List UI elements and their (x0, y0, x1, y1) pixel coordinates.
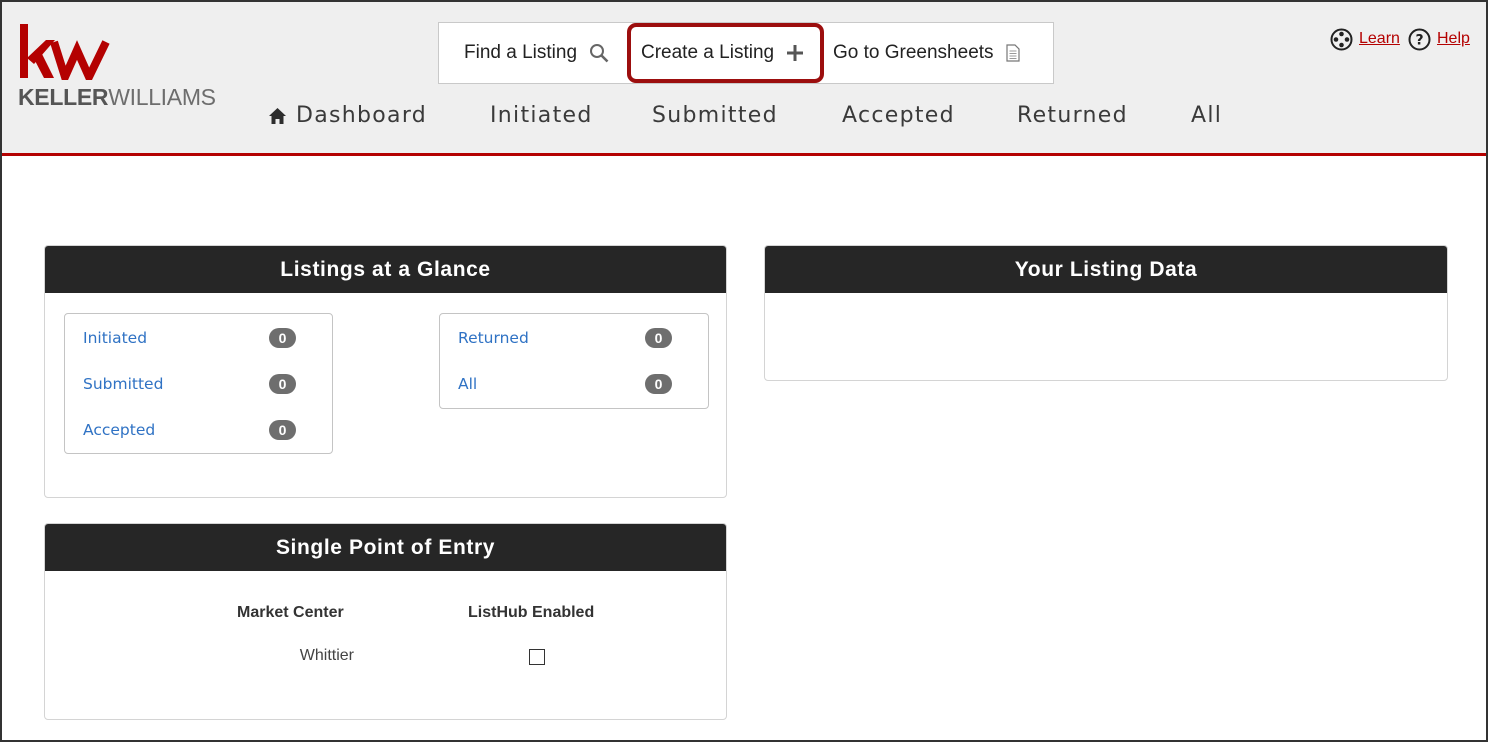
greensheets-button[interactable]: Go to Greensheets (833, 23, 1020, 83)
search-icon (589, 43, 609, 63)
learn-link[interactable]: Learn (1359, 30, 1400, 48)
plus-icon (786, 44, 804, 62)
home-icon (268, 107, 287, 125)
kw-logo-mark (20, 24, 110, 80)
market-center-value: Whittier (299, 647, 354, 664)
tab-accepted[interactable]: Accepted (842, 103, 955, 128)
returned-link[interactable]: Returned (458, 329, 529, 347)
count-badge: 0 (269, 374, 296, 394)
initiated-link[interactable]: Initiated (83, 329, 147, 347)
panel-title: Your Listing Data (765, 246, 1447, 293)
single-point-of-entry-panel: Single Point of Entry Market Center List… (44, 523, 727, 720)
count-badge: 0 (269, 328, 296, 348)
count-badge: 0 (645, 328, 672, 348)
tab-dashboard-label: Dashboard (296, 103, 428, 128)
all-link[interactable]: All (458, 375, 477, 393)
tab-returned[interactable]: Returned (1017, 103, 1128, 128)
panel-title: Listings at a Glance (45, 246, 726, 293)
panel-title: Single Point of Entry (45, 524, 726, 571)
tab-submitted[interactable]: Submitted (652, 103, 778, 128)
status-group-left: Initiated 0 Submitted 0 Accepted 0 (64, 313, 333, 454)
list-item: Accepted 0 (83, 418, 296, 442)
action-bar: Find a Listing Create a Listing Go to Gr… (438, 22, 1054, 84)
count-badge: 0 (269, 420, 296, 440)
your-listing-data-panel: Your Listing Data (764, 245, 1448, 381)
help-link-group: ? Help (1408, 27, 1470, 51)
accepted-link[interactable]: Accepted (83, 421, 155, 439)
listhub-enabled-checkbox[interactable] (529, 649, 545, 665)
film-reel-icon (1330, 28, 1353, 51)
create-listing-button[interactable]: Create a Listing (641, 23, 804, 83)
app-header: KELLERWILLIAMS Find a Listing Create a L… (0, 0, 1488, 156)
find-listing-button[interactable]: Find a Listing (464, 23, 609, 83)
tab-dashboard[interactable]: Dashboard (268, 103, 427, 128)
create-listing-label: Create a Listing (641, 42, 775, 63)
tab-initiated[interactable]: Initiated (490, 103, 593, 128)
find-listing-label: Find a Listing (464, 42, 578, 63)
submitted-link[interactable]: Submitted (83, 375, 163, 393)
greensheets-label: Go to Greensheets (833, 42, 994, 63)
help-link[interactable]: Help (1437, 30, 1470, 48)
market-center-header: Market Center (237, 604, 344, 621)
document-icon (1005, 44, 1020, 62)
learn-link-group: Learn (1330, 27, 1400, 51)
list-item: Initiated 0 (83, 326, 296, 350)
help-icon: ? (1408, 28, 1431, 51)
status-group-right: Returned 0 All 0 (439, 313, 709, 409)
svg-text:?: ? (1415, 32, 1423, 48)
list-item: Returned 0 (458, 326, 672, 350)
keller-williams-logo[interactable]: KELLERWILLIAMS (18, 22, 218, 122)
list-item: All 0 (458, 372, 672, 396)
listings-at-a-glance-panel: Listings at a Glance Initiated 0 Submitt… (44, 245, 727, 498)
count-badge: 0 (645, 374, 672, 394)
tab-all[interactable]: All (1191, 103, 1222, 128)
logo-wordmark: KELLERWILLIAMS (18, 84, 216, 110)
listhub-enabled-header: ListHub Enabled (468, 604, 595, 621)
list-item: Submitted 0 (83, 372, 296, 396)
